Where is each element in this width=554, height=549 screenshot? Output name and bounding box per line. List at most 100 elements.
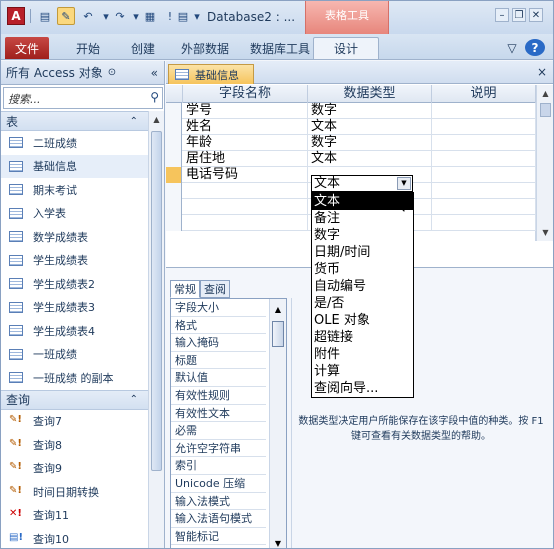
scroll-thumb[interactable]: [272, 321, 284, 347]
property-row[interactable]: Unicode 压缩: [171, 475, 266, 493]
close-icon[interactable]: ✕: [529, 8, 543, 22]
dropdown-option[interactable]: OLE 对象: [312, 312, 413, 329]
description-cell[interactable]: [432, 103, 536, 119]
row-selector[interactable]: [166, 151, 182, 167]
description-cell[interactable]: [432, 183, 536, 199]
property-row[interactable]: 有效性文本: [171, 405, 266, 423]
nav-item-table[interactable]: 学生成绩表3: [1, 296, 148, 320]
help-icon[interactable]: ?: [525, 39, 545, 56]
dropdown-option[interactable]: 查阅向导...: [312, 380, 413, 397]
dropdown-option[interactable]: 货币: [312, 261, 413, 278]
row-selector[interactable]: [166, 215, 182, 231]
restore-icon[interactable]: ❐: [512, 8, 526, 22]
field-row[interactable]: 姓名 文本: [166, 119, 536, 135]
description-cell[interactable]: [432, 215, 536, 231]
search-icon[interactable]: ⚲: [150, 90, 159, 104]
field-row[interactable]: 年龄 数字: [166, 135, 536, 151]
tab-file[interactable]: 文件: [5, 37, 49, 59]
tab-create[interactable]: 创建: [121, 37, 165, 59]
scroll-up-icon[interactable]: ▲: [537, 85, 553, 101]
field-name-cell[interactable]: [183, 215, 308, 231]
scroll-up-icon[interactable]: ▲: [270, 301, 286, 317]
property-row[interactable]: 允许空字符串: [171, 440, 266, 458]
property-row[interactable]: 智能标记: [171, 528, 266, 546]
close-document-icon[interactable]: ×: [537, 65, 547, 79]
property-row[interactable]: 输入掩码: [171, 334, 266, 352]
property-row[interactable]: 输入法模式: [171, 493, 266, 511]
property-row[interactable]: 输入法语句模式: [171, 510, 266, 528]
access-app-icon[interactable]: A: [7, 7, 25, 25]
property-row[interactable]: 有效性规则: [171, 387, 266, 405]
customize-quick-access-icon[interactable]: ▾: [192, 7, 202, 25]
nav-item-query[interactable]: ✎! 查询9: [1, 457, 148, 481]
dropdown-arrow-icon[interactable]: ▼: [397, 177, 411, 190]
scroll-up-icon[interactable]: ▲: [149, 111, 164, 127]
scroll-down-icon[interactable]: ▼: [270, 535, 286, 548]
collapse-group-icon[interactable]: ⌃: [130, 116, 138, 127]
dropdown-option[interactable]: 附件: [312, 346, 413, 363]
nav-item-query[interactable]: ✎! 查询7: [1, 410, 148, 434]
property-row[interactable]: 必需: [171, 422, 266, 440]
field-name-cell[interactable]: 电话号码: [183, 167, 308, 183]
row-selector[interactable]: [166, 119, 182, 135]
description-cell[interactable]: [432, 119, 536, 135]
property-row[interactable]: 字段大小: [171, 299, 266, 317]
description-cell[interactable]: [432, 199, 536, 215]
nav-menu-chevron-icon[interactable]: ⊙: [108, 67, 116, 78]
collapse-group-icon[interactable]: ⌃: [130, 394, 138, 405]
field-grid-scrollbar[interactable]: ▲ ▼: [536, 85, 553, 241]
row-selector-current[interactable]: [166, 167, 182, 183]
description-cell[interactable]: [432, 135, 536, 151]
nav-item-table[interactable]: 入学表: [1, 202, 148, 226]
tab-home[interactable]: 开始: [63, 37, 113, 59]
row-selector[interactable]: [166, 103, 182, 119]
save-icon[interactable]: ▤: [36, 7, 54, 25]
scroll-thumb[interactable]: [151, 131, 162, 471]
data-type-combo[interactable]: 文本 ▼: [311, 175, 413, 192]
design-view-icon[interactable]: ✎: [57, 7, 75, 25]
nav-item-table[interactable]: 二班成绩: [1, 131, 148, 155]
tab-lookup[interactable]: 查阅: [200, 280, 230, 298]
nav-item-query[interactable]: ✎! 查询8: [1, 433, 148, 457]
property-row[interactable]: 标题: [171, 352, 266, 370]
nav-search-input[interactable]: 搜索... ⚲: [3, 87, 163, 109]
property-row[interactable]: 默认值: [171, 369, 266, 387]
row-selector[interactable]: [166, 199, 182, 215]
field-name-cell[interactable]: 学号: [183, 103, 308, 119]
row-selector[interactable]: [166, 183, 182, 199]
scroll-down-icon[interactable]: ▼: [537, 224, 553, 240]
table-icon[interactable]: ▤: [174, 7, 192, 25]
nav-item-table[interactable]: 学生成绩表4: [1, 319, 148, 343]
nav-item-table[interactable]: 期末考试: [1, 178, 148, 202]
ribbon-collapse-icon[interactable]: ▽: [503, 37, 521, 59]
tab-design[interactable]: 设计: [313, 37, 379, 59]
data-type-cell[interactable]: 数字: [308, 135, 432, 151]
nav-group-tables[interactable]: 表 ⌃: [1, 111, 148, 131]
nav-item-table[interactable]: 学生成绩表: [1, 249, 148, 273]
nav-item-table[interactable]: 数学成绩表: [1, 225, 148, 249]
description-cell[interactable]: [432, 167, 536, 183]
nav-scrollbar[interactable]: ▲: [148, 111, 164, 548]
description-cell[interactable]: [432, 151, 536, 167]
field-row[interactable]: 学号 数字: [166, 103, 536, 119]
field-row[interactable]: 居住地 文本: [166, 151, 536, 167]
dropdown-option[interactable]: 数字: [312, 227, 413, 244]
dropdown-option[interactable]: 计算: [312, 363, 413, 380]
property-row[interactable]: 索引: [171, 457, 266, 475]
nav-item-table[interactable]: 一班成绩: [1, 343, 148, 367]
nav-item-query[interactable]: ✎! 时间日期转换: [1, 480, 148, 504]
nav-item-table[interactable]: 一班成绩 的副本: [1, 366, 148, 390]
nav-pane-header[interactable]: 所有 Access 对象 ⊙ «: [1, 61, 164, 85]
document-tab-basic-info[interactable]: 基础信息: [168, 64, 254, 84]
minimize-icon[interactable]: –: [495, 8, 509, 22]
field-name-cell[interactable]: 年龄: [183, 135, 308, 151]
nav-group-queries[interactable]: 查询 ⌃: [1, 389, 148, 410]
nav-item-table[interactable]: 基础信息: [1, 154, 148, 178]
dropdown-option[interactable]: 超链接: [312, 329, 413, 346]
dropdown-option[interactable]: 自动编号: [312, 278, 413, 295]
collapse-pane-icon[interactable]: «: [151, 66, 158, 80]
tab-database-tools[interactable]: 数据库工具: [245, 37, 315, 59]
nav-item-query[interactable]: ▤! 查询10: [1, 527, 148, 548]
dropdown-option[interactable]: 是/否: [312, 295, 413, 312]
data-type-cell[interactable]: 文本: [308, 119, 432, 135]
